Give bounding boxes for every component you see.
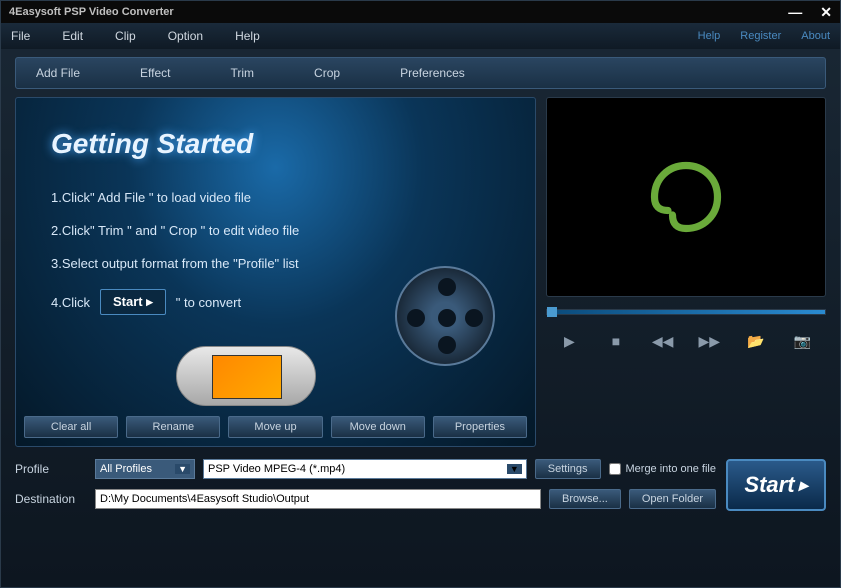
getting-started-title: Getting Started: [51, 128, 500, 160]
menu-file[interactable]: File: [11, 29, 30, 43]
merge-checkbox[interactable]: [609, 463, 621, 475]
menu-edit[interactable]: Edit: [62, 29, 83, 43]
toolbar-effect[interactable]: Effect: [140, 66, 170, 80]
link-about[interactable]: About: [801, 30, 830, 42]
destination-label: Destination: [15, 492, 87, 506]
content-panel: Getting Started 1.Click" Add File " to l…: [15, 97, 536, 447]
step-3: 3.Select output format from the "Profile…: [51, 256, 500, 271]
toolbar-add-file[interactable]: Add File: [36, 66, 80, 80]
chevron-down-icon: ▼: [507, 464, 522, 474]
step-4: 4.Click Start ▸ " to convert: [51, 289, 500, 315]
menu-option[interactable]: Option: [168, 29, 203, 43]
merge-label[interactable]: Merge into one file: [626, 463, 717, 475]
start-button[interactable]: Start▸: [726, 459, 826, 511]
close-icon[interactable]: ✕: [820, 4, 832, 21]
bottom-section: Profile All Profiles▼ PSP Video MPEG-4 (…: [1, 447, 840, 531]
open-icon[interactable]: 📂: [744, 333, 768, 350]
clear-all-button[interactable]: Clear all: [24, 416, 118, 438]
preview-panel: ▶ ■ ◀◀ ▶▶ 📂 📷: [546, 97, 826, 447]
profile-category-dropdown[interactable]: All Profiles▼: [95, 459, 195, 479]
menu-clip[interactable]: Clip: [115, 29, 136, 43]
step-1: 1.Click" Add File " to load video file: [51, 190, 500, 205]
stop-icon[interactable]: ■: [604, 333, 628, 350]
profile-row: Profile All Profiles▼ PSP Video MPEG-4 (…: [15, 459, 716, 479]
menu-right-group: Help Register About: [698, 30, 830, 42]
seek-bar[interactable]: [546, 309, 826, 315]
play-icon[interactable]: ▶: [557, 333, 581, 350]
profile-label: Profile: [15, 462, 87, 476]
preview-controls: ▶ ■ ◀◀ ▶▶ 📂 📷: [546, 309, 826, 360]
prev-icon[interactable]: ◀◀: [651, 333, 675, 350]
profile-format-dropdown[interactable]: PSP Video MPEG-4 (*.mp4)▼: [203, 459, 527, 479]
titlebar: 4Easysoft PSP Video Converter — ✕: [1, 1, 840, 23]
preview-video: [546, 97, 826, 297]
psp-device-icon: [176, 346, 316, 406]
step-4-suffix: " to convert: [176, 295, 241, 310]
play-arrow-icon: ▸: [799, 475, 808, 496]
settings-button[interactable]: Settings: [535, 459, 601, 479]
link-help[interactable]: Help: [698, 30, 721, 42]
destination-row: Destination Browse... Open Folder: [15, 489, 716, 509]
toolbar: Add File Effect Trim Crop Preferences: [15, 57, 826, 89]
minimize-icon[interactable]: —: [788, 4, 802, 21]
open-folder-button[interactable]: Open Folder: [629, 489, 716, 509]
window-controls: — ✕: [788, 4, 832, 21]
step-4-prefix: 4.Click: [51, 295, 90, 310]
menu-help[interactable]: Help: [235, 29, 260, 43]
move-up-button[interactable]: Move up: [228, 416, 322, 438]
rename-button[interactable]: Rename: [126, 416, 220, 438]
app-window: 4Easysoft PSP Video Converter — ✕ File E…: [0, 0, 841, 588]
seek-thumb[interactable]: [547, 307, 557, 317]
destination-input[interactable]: [95, 489, 541, 509]
window-title: 4Easysoft PSP Video Converter: [9, 6, 174, 18]
start-inline-button[interactable]: Start ▸: [100, 289, 166, 315]
playback-buttons: ▶ ■ ◀◀ ▶▶ 📂 📷: [546, 323, 826, 360]
snapshot-icon[interactable]: 📷: [791, 333, 815, 350]
toolbar-preferences[interactable]: Preferences: [400, 66, 465, 80]
merge-checkbox-wrap: Merge into one file: [609, 463, 717, 475]
properties-button[interactable]: Properties: [433, 416, 527, 438]
move-down-button[interactable]: Move down: [331, 416, 425, 438]
action-buttons: Clear all Rename Move up Move down Prope…: [24, 416, 527, 438]
main-area: Getting Started 1.Click" Add File " to l…: [1, 97, 840, 447]
toolbar-crop[interactable]: Crop: [314, 66, 340, 80]
link-register[interactable]: Register: [740, 30, 781, 42]
getting-started: Getting Started 1.Click" Add File " to l…: [16, 98, 535, 345]
step-2: 2.Click" Trim " and " Crop " to edit vid…: [51, 223, 500, 238]
menubar: File Edit Clip Option Help Help Register…: [1, 23, 840, 49]
bottom-left: Profile All Profiles▼ PSP Video MPEG-4 (…: [15, 459, 716, 519]
toolbar-trim[interactable]: Trim: [231, 66, 255, 80]
browse-button[interactable]: Browse...: [549, 489, 621, 509]
logo-icon: [641, 152, 731, 242]
next-icon[interactable]: ▶▶: [697, 333, 721, 350]
chevron-down-icon: ▼: [175, 464, 190, 474]
menu-left-group: File Edit Clip Option Help: [11, 29, 260, 43]
